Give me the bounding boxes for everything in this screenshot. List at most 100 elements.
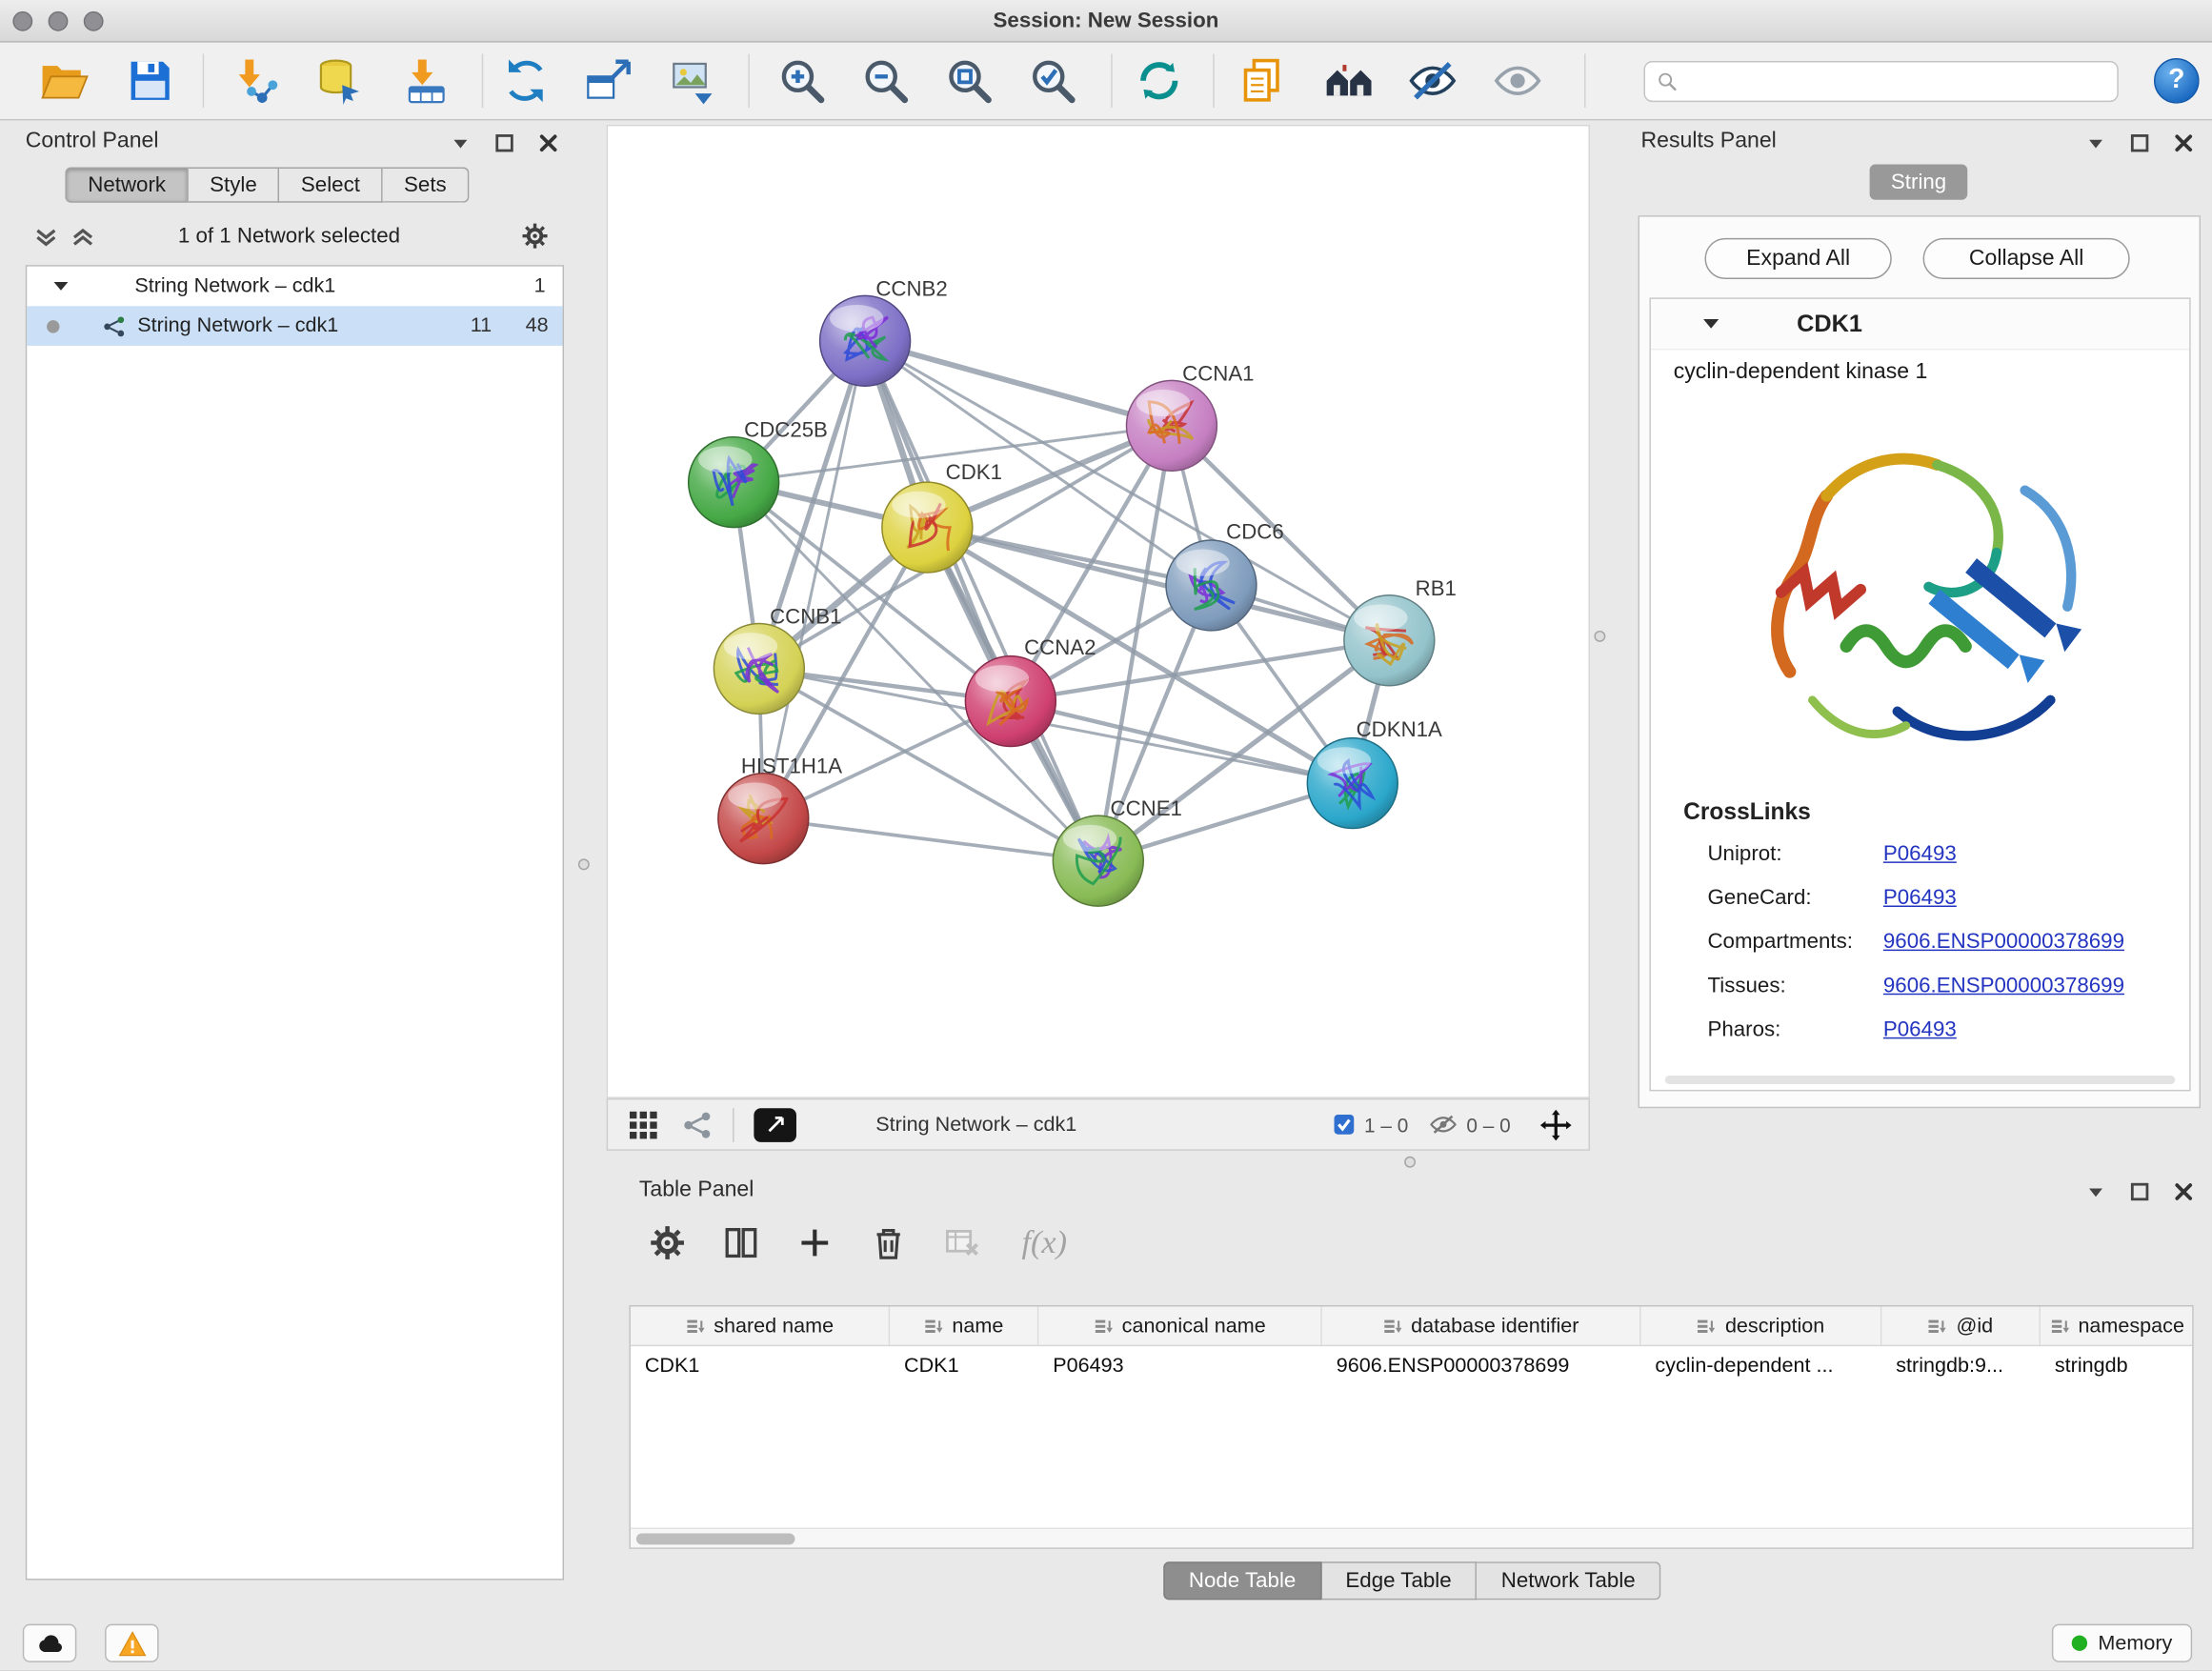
column-header-description[interactable]: description <box>1641 1306 1882 1344</box>
open-session-icon[interactable] <box>38 55 90 107</box>
left-splitter-handle[interactable] <box>578 858 590 870</box>
selected-checkbox-icon[interactable] <box>1333 1114 1354 1135</box>
save-session-icon[interactable] <box>125 55 176 107</box>
cloud-sync-button[interactable] <box>23 1624 77 1662</box>
network-collection-row[interactable]: String Network – cdk1 1 <box>27 267 562 307</box>
delete-column-trash-icon[interactable] <box>869 1223 909 1263</box>
column-header--id[interactable]: @id <box>1881 1306 2041 1344</box>
protein-section-header[interactable]: CDK1 <box>1651 299 2189 351</box>
new-network-icon[interactable] <box>500 55 552 107</box>
network-row[interactable]: String Network – cdk1 11 48 <box>27 306 562 346</box>
tab-node-table[interactable]: Node Table <box>1163 1561 1321 1600</box>
crosslink-value-link[interactable]: 9606.ENSP00000378699 <box>1883 974 2124 997</box>
panel-close-icon[interactable] <box>2174 1182 2194 1202</box>
hidden-eye-slash-icon[interactable] <box>1430 1114 1457 1135</box>
toolbar-separator <box>1584 54 1585 109</box>
node-table[interactable]: shared namenamecanonical namedatabase id… <box>629 1305 2193 1549</box>
import-network-database-icon[interactable] <box>314 55 366 107</box>
search-box[interactable] <box>1644 61 2119 102</box>
network-edge[interactable] <box>865 341 1098 861</box>
warnings-button[interactable] <box>105 1624 159 1662</box>
network-node-ccna1[interactable] <box>1126 380 1217 471</box>
pan-move-icon[interactable] <box>1540 1109 1572 1140</box>
copy-document-icon[interactable] <box>1237 55 1289 107</box>
zoom-in-icon[interactable] <box>776 55 828 107</box>
search-input[interactable] <box>1686 70 2105 93</box>
table-settings-gear-icon[interactable] <box>648 1223 688 1263</box>
zoom-out-icon[interactable] <box>860 55 912 107</box>
network-graph[interactable]: CCNB2CCNA1CDC25BCDK1CDC6RB1CCNB1CCNA2CDK… <box>608 126 1588 1097</box>
add-column-plus-icon[interactable] <box>794 1223 835 1263</box>
network-node-rb1[interactable] <box>1344 595 1435 686</box>
column-header-canonical-name[interactable]: canonical name <box>1038 1306 1321 1344</box>
new-network-from-selection-icon[interactable] <box>584 55 635 107</box>
network-view-canvas[interactable]: CCNB2CCNA1CDC25BCDK1CDC6RB1CCNB1CCNA2CDK… <box>607 125 1590 1098</box>
show-columns-icon[interactable] <box>721 1223 761 1263</box>
network-edge[interactable] <box>927 528 1389 641</box>
network-node-ccnb1[interactable] <box>714 623 804 714</box>
tab-select[interactable]: Select <box>280 168 383 203</box>
memory-button[interactable]: Memory <box>2051 1624 2192 1662</box>
crosslink-value-link[interactable]: P06493 <box>1883 886 1957 910</box>
network-options-gear-icon[interactable] <box>520 221 550 251</box>
tab-string[interactable]: String <box>1870 165 1968 200</box>
export-image-icon[interactable] <box>668 55 719 107</box>
section-expander-icon[interactable] <box>1701 316 1719 332</box>
crosslink-label: Compartments: <box>1707 930 1882 954</box>
tab-edge-table[interactable]: Edge Table <box>1321 1561 1477 1600</box>
hide-selected-eye-slash-icon[interactable] <box>1407 55 1458 107</box>
network-view-icon[interactable] <box>681 1109 713 1140</box>
network-edge[interactable] <box>865 341 1172 426</box>
panel-collapse-icon[interactable] <box>451 133 471 153</box>
tab-network[interactable]: Network <box>65 168 188 203</box>
column-header-database-identifier[interactable]: database identifier <box>1322 1306 1641 1344</box>
column-header-name[interactable]: name <box>890 1306 1038 1344</box>
network-node-cdkn1a[interactable] <box>1307 738 1398 829</box>
horizontal-splitter-handle[interactable] <box>1404 1157 1416 1168</box>
collapse-all-button[interactable]: Collapse All <box>1923 238 2130 279</box>
import-table-icon[interactable] <box>401 55 452 107</box>
zoom-selected-icon[interactable] <box>1027 55 1078 107</box>
panel-collapse-icon[interactable] <box>2086 1182 2106 1202</box>
panel-float-icon[interactable] <box>2130 133 2150 153</box>
node-label: CDK1 <box>946 460 1002 484</box>
network-node-hist1h1a[interactable] <box>718 774 809 864</box>
refresh-view-icon[interactable] <box>1134 55 1185 107</box>
column-header-shared-name[interactable]: shared name <box>631 1306 890 1344</box>
expand-all-button[interactable]: Expand All <box>1704 238 1891 279</box>
show-all-eye-icon[interactable] <box>1492 55 1543 107</box>
network-node-cdk1[interactable] <box>882 482 973 573</box>
collection-expander-icon[interactable] <box>52 279 70 293</box>
network-node-cdc6[interactable] <box>1166 540 1257 631</box>
crosslink-value-link[interactable]: 9606.ENSP00000378699 <box>1883 930 2124 954</box>
tab-sets[interactable]: Sets <box>383 168 470 203</box>
birdseye-view-button[interactable] <box>754 1107 796 1141</box>
right-splitter-handle[interactable] <box>1594 631 1605 642</box>
network-edge[interactable] <box>763 818 1098 860</box>
panel-float-icon[interactable] <box>494 133 514 153</box>
grid-view-icon[interactable] <box>628 1109 659 1140</box>
column-header-namespace[interactable]: namespace <box>2041 1306 2194 1344</box>
network-tree: String Network – cdk1 1 String Network –… <box>26 265 564 1580</box>
panel-collapse-icon[interactable] <box>2086 133 2106 153</box>
crosslink-value-link[interactable]: P06493 <box>1883 1017 1957 1041</box>
tab-style[interactable]: Style <box>189 168 280 203</box>
table-horizontal-scrollbar[interactable] <box>631 1528 2192 1548</box>
apply-layout-houses-icon[interactable] <box>1323 55 1375 107</box>
panel-float-icon[interactable] <box>2130 1182 2150 1202</box>
network-node-ccna2[interactable] <box>965 656 1056 747</box>
import-network-file-icon[interactable] <box>232 55 284 107</box>
network-node-ccne1[interactable] <box>1053 815 1143 906</box>
crosslink-value-link[interactable]: P06493 <box>1883 842 1957 866</box>
network-node-ccnb2[interactable] <box>820 295 911 386</box>
table-row[interactable]: CDK1CDK1P064939606.ENSP00000378699cyclin… <box>631 1346 2192 1384</box>
tab-network-table[interactable]: Network Table <box>1477 1561 1660 1600</box>
zoom-fit-icon[interactable] <box>944 55 995 107</box>
help-button[interactable]: ? <box>2154 58 2200 104</box>
panel-close-icon[interactable] <box>538 133 558 153</box>
panel-close-icon[interactable] <box>2174 133 2194 153</box>
scrollbar-thumb[interactable] <box>636 1533 795 1544</box>
network-edge[interactable] <box>763 341 865 818</box>
network-node-cdc25b[interactable] <box>689 437 779 528</box>
results-scrollbar[interactable] <box>1665 1076 2176 1084</box>
